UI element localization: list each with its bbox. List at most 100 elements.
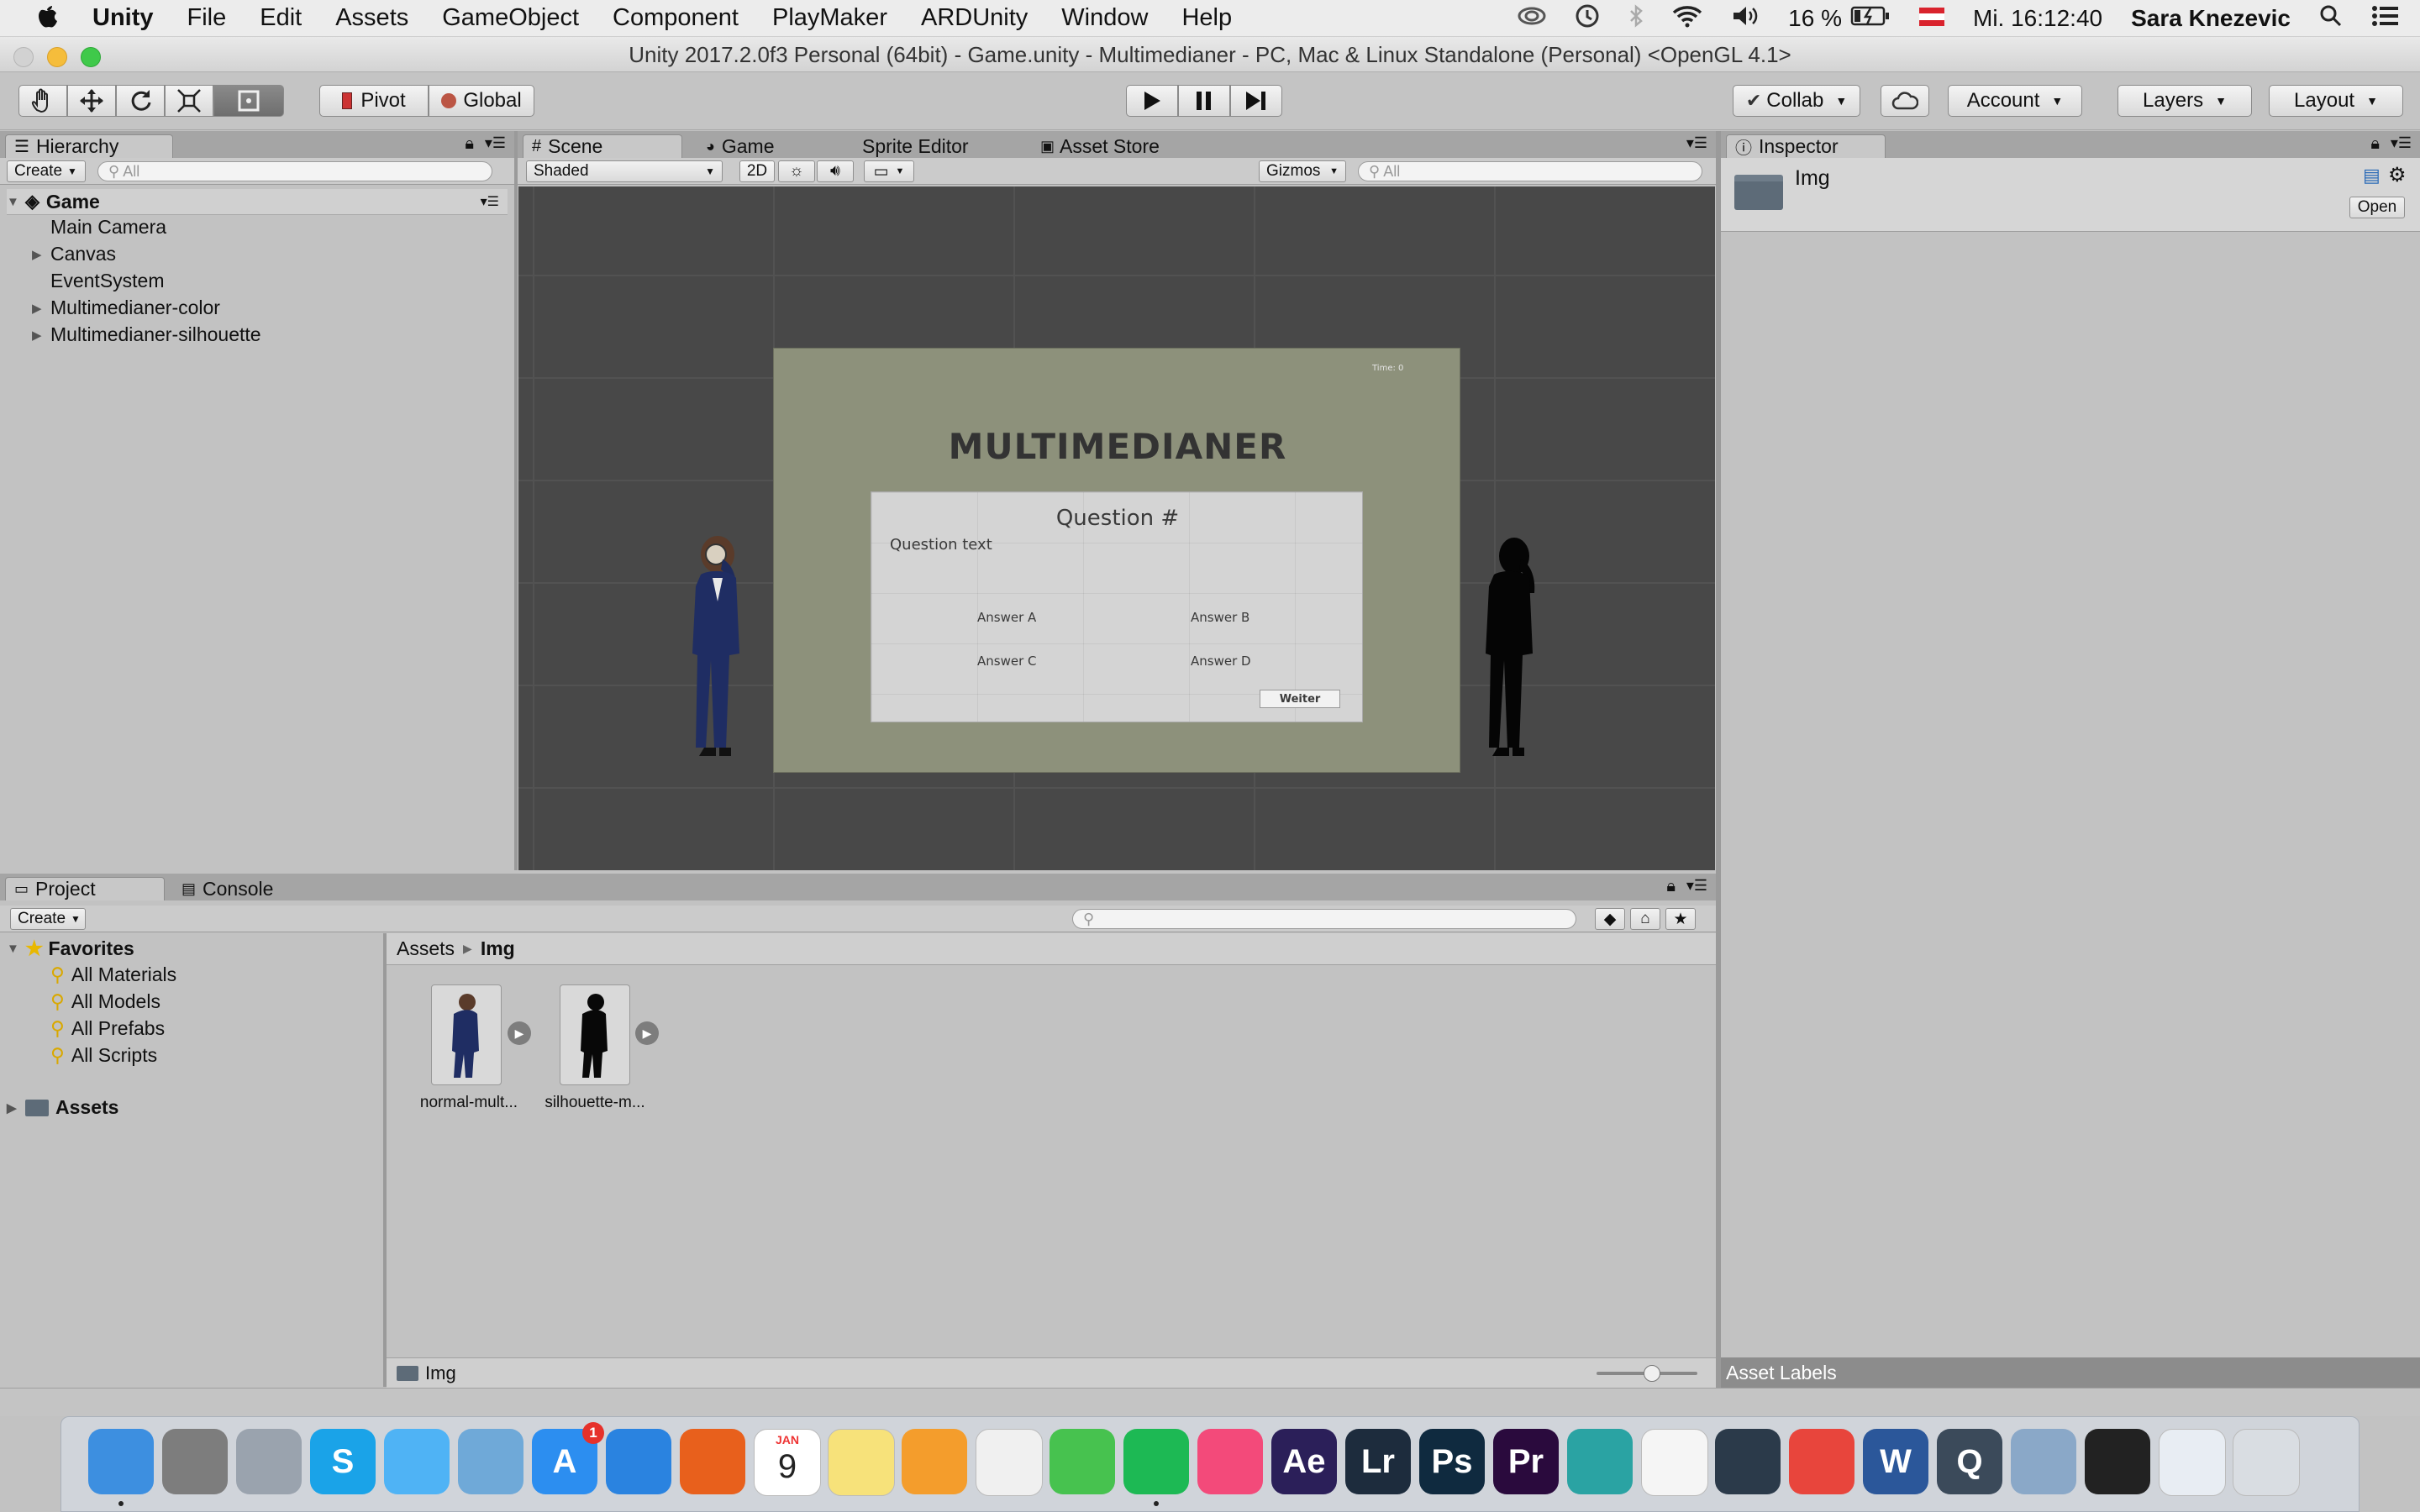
lock-icon[interactable]: 🔒︎	[465, 134, 474, 154]
safari-icon[interactable]	[606, 1429, 671, 1494]
asset-labels-bar[interactable]: Asset Labels	[1721, 1357, 2420, 1388]
flag-austria-icon[interactable]	[1919, 5, 1944, 32]
user-name[interactable]: Sara Knezevic	[2131, 5, 2291, 32]
time-machine-icon[interactable]	[1575, 3, 1600, 34]
answer-d-button[interactable]: Answer D	[1191, 654, 1251, 669]
battery-icon[interactable]	[1850, 5, 1891, 33]
facetime-icon[interactable]	[1050, 1429, 1115, 1494]
wifi-icon[interactable]	[1672, 4, 1702, 34]
help-book-icon[interactable]: ▤	[2363, 165, 2381, 186]
notification-center-icon[interactable]	[2371, 5, 2400, 33]
menu-edit[interactable]: Edit	[260, 4, 302, 32]
multimedianer-silhouette-sprite[interactable]	[1469, 534, 1556, 773]
photos-icon[interactable]	[976, 1429, 1043, 1496]
favorite-all-materials[interactable]: ⚲ All Materials	[50, 963, 176, 986]
play-button[interactable]	[1126, 85, 1178, 117]
quicktime-icon[interactable]: Q	[1937, 1429, 2002, 1494]
layout-dropdown[interactable]: Layout ▼	[2269, 85, 2403, 117]
expand-prefab-icon[interactable]: ▶	[508, 1021, 531, 1045]
account-dropdown[interactable]: Account ▼	[1948, 85, 2082, 117]
spotify-icon[interactable]	[1123, 1429, 1189, 1506]
panel-menu-icon[interactable]: ▾☰	[1686, 134, 1707, 152]
collab-dropdown[interactable]: ✔ Collab ▼	[1733, 85, 1860, 117]
spotlight-icon[interactable]	[2319, 4, 2343, 34]
network-app-icon[interactable]	[1641, 1429, 1708, 1496]
project-create-button[interactable]: Create ▼	[10, 908, 86, 930]
save-search-button[interactable]: ★	[1665, 908, 1696, 930]
filter-by-type-button[interactable]: ◆	[1595, 908, 1625, 930]
scene-search-input[interactable]: ⚲ All	[1358, 161, 1702, 181]
word-document-icon[interactable]	[2159, 1429, 2226, 1496]
system-preferences-icon[interactable]	[162, 1429, 228, 1494]
menu-window[interactable]: Window	[1061, 4, 1148, 32]
skype-icon[interactable]: S	[310, 1429, 376, 1494]
lighting-toggle[interactable]: ☼	[778, 160, 815, 182]
multimedianer-color-sprite[interactable]	[679, 534, 766, 773]
thumbnail-size-slider[interactable]	[1597, 1365, 1697, 1382]
panel-menu-icon[interactable]: ▾☰	[1686, 877, 1707, 895]
global-toggle[interactable]: Global	[429, 85, 534, 117]
menu-help[interactable]: Help	[1181, 4, 1232, 32]
hierarchy-item-multimedianer-silhouette[interactable]: ▶ Multimedianer-silhouette	[32, 323, 261, 346]
hierarchy-item-canvas[interactable]: ▶ Canvas	[32, 243, 116, 265]
expand-arrow-icon[interactable]: ▼	[7, 942, 19, 956]
tab-console[interactable]: ▤ Console	[173, 877, 281, 900]
expand-arrow-icon[interactable]: ▶	[32, 301, 44, 316]
lock-icon[interactable]: 🔒︎	[1666, 877, 1676, 896]
breadcrumb-assets[interactable]: Assets	[397, 937, 455, 960]
photoshop-icon[interactable]: Ps	[1419, 1429, 1485, 1494]
tab-project[interactable]: ▭ Project	[5, 877, 165, 900]
tab-game[interactable]: ◕ Game	[697, 134, 783, 158]
app-menu-unity[interactable]: Unity	[92, 4, 154, 32]
panel-menu-icon[interactable]: ▾☰	[2391, 134, 2412, 152]
hierarchy-item-main-camera[interactable]: Main Camera	[32, 216, 166, 239]
step-button[interactable]	[1230, 85, 1282, 117]
creative-cloud-icon[interactable]	[1518, 5, 1546, 32]
cloud-button[interactable]	[1881, 85, 1929, 117]
lock-icon[interactable]: 🔒︎	[2370, 134, 2380, 154]
menu-file[interactable]: File	[187, 4, 227, 32]
asset-thumbnail-silhouette[interactable]	[560, 984, 630, 1085]
trash-icon[interactable]	[2233, 1429, 2300, 1496]
word-icon[interactable]: W	[1863, 1429, 1928, 1494]
launchpad-icon[interactable]	[236, 1429, 302, 1494]
tab-hierarchy[interactable]: ☰ Hierarchy	[5, 134, 173, 158]
app-store-icon[interactable]: A1	[532, 1422, 604, 1494]
panel-menu-icon[interactable]: ▾☰	[485, 134, 506, 152]
2d-toggle[interactable]: 2D	[739, 160, 775, 182]
pages-icon[interactable]	[902, 1429, 967, 1494]
notes-icon[interactable]	[828, 1429, 895, 1496]
rotate-tool-button[interactable]	[116, 85, 165, 117]
hierarchy-item-multimedianer-color[interactable]: ▶ Multimedianer-color	[32, 297, 220, 319]
effects-dropdown[interactable]: ▭ ▼	[864, 160, 914, 182]
menu-playmaker[interactable]: PlayMaker	[772, 4, 887, 32]
photo-viewer-icon[interactable]	[2011, 1429, 2076, 1494]
tab-inspector[interactable]: ⓘ Inspector	[1726, 134, 1886, 158]
hierarchy-item-eventsystem[interactable]: EventSystem	[32, 270, 165, 292]
menu-assets[interactable]: Assets	[335, 4, 408, 32]
hierarchy-create-button[interactable]: Create ▼	[7, 160, 86, 182]
gear-icon[interactable]: ⚙	[2388, 163, 2407, 187]
firefox-icon[interactable]	[680, 1429, 745, 1494]
pivot-toggle[interactable]: Pivot	[319, 85, 429, 117]
panel-divider[interactable]	[514, 131, 518, 870]
shading-mode-dropdown[interactable]: Shaded ▼	[526, 160, 723, 182]
apple-menu-icon[interactable]	[35, 2, 59, 35]
open-button[interactable]: Open	[2349, 197, 2405, 218]
layers-dropdown[interactable]: Layers ▼	[2118, 85, 2252, 117]
scene-root-game[interactable]: ▼ ◈ Game ▾☰	[7, 189, 508, 215]
favorite-all-prefabs[interactable]: ⚲ All Prefabs	[50, 1017, 165, 1040]
answer-a-button[interactable]: Answer A	[977, 610, 1036, 625]
premiere-icon[interactable]: Pr	[1493, 1429, 1559, 1494]
messages-icon[interactable]	[384, 1429, 450, 1494]
menu-component[interactable]: Component	[613, 4, 739, 32]
volume-icon[interactable]	[1731, 4, 1760, 34]
filter-by-label-button[interactable]: ⌂	[1630, 908, 1660, 930]
tab-asset-store[interactable]: ▣ Asset Store	[1032, 134, 1168, 158]
expand-arrow-icon[interactable]: ▶	[32, 247, 44, 262]
scale-tool-button[interactable]	[165, 85, 213, 117]
lightroom-icon[interactable]: Lr	[1345, 1429, 1411, 1494]
expand-arrow-icon[interactable]: ▶	[7, 1100, 18, 1116]
itunes-icon[interactable]	[1197, 1429, 1263, 1494]
clock[interactable]: Mi. 16:12:40	[1973, 5, 2102, 32]
